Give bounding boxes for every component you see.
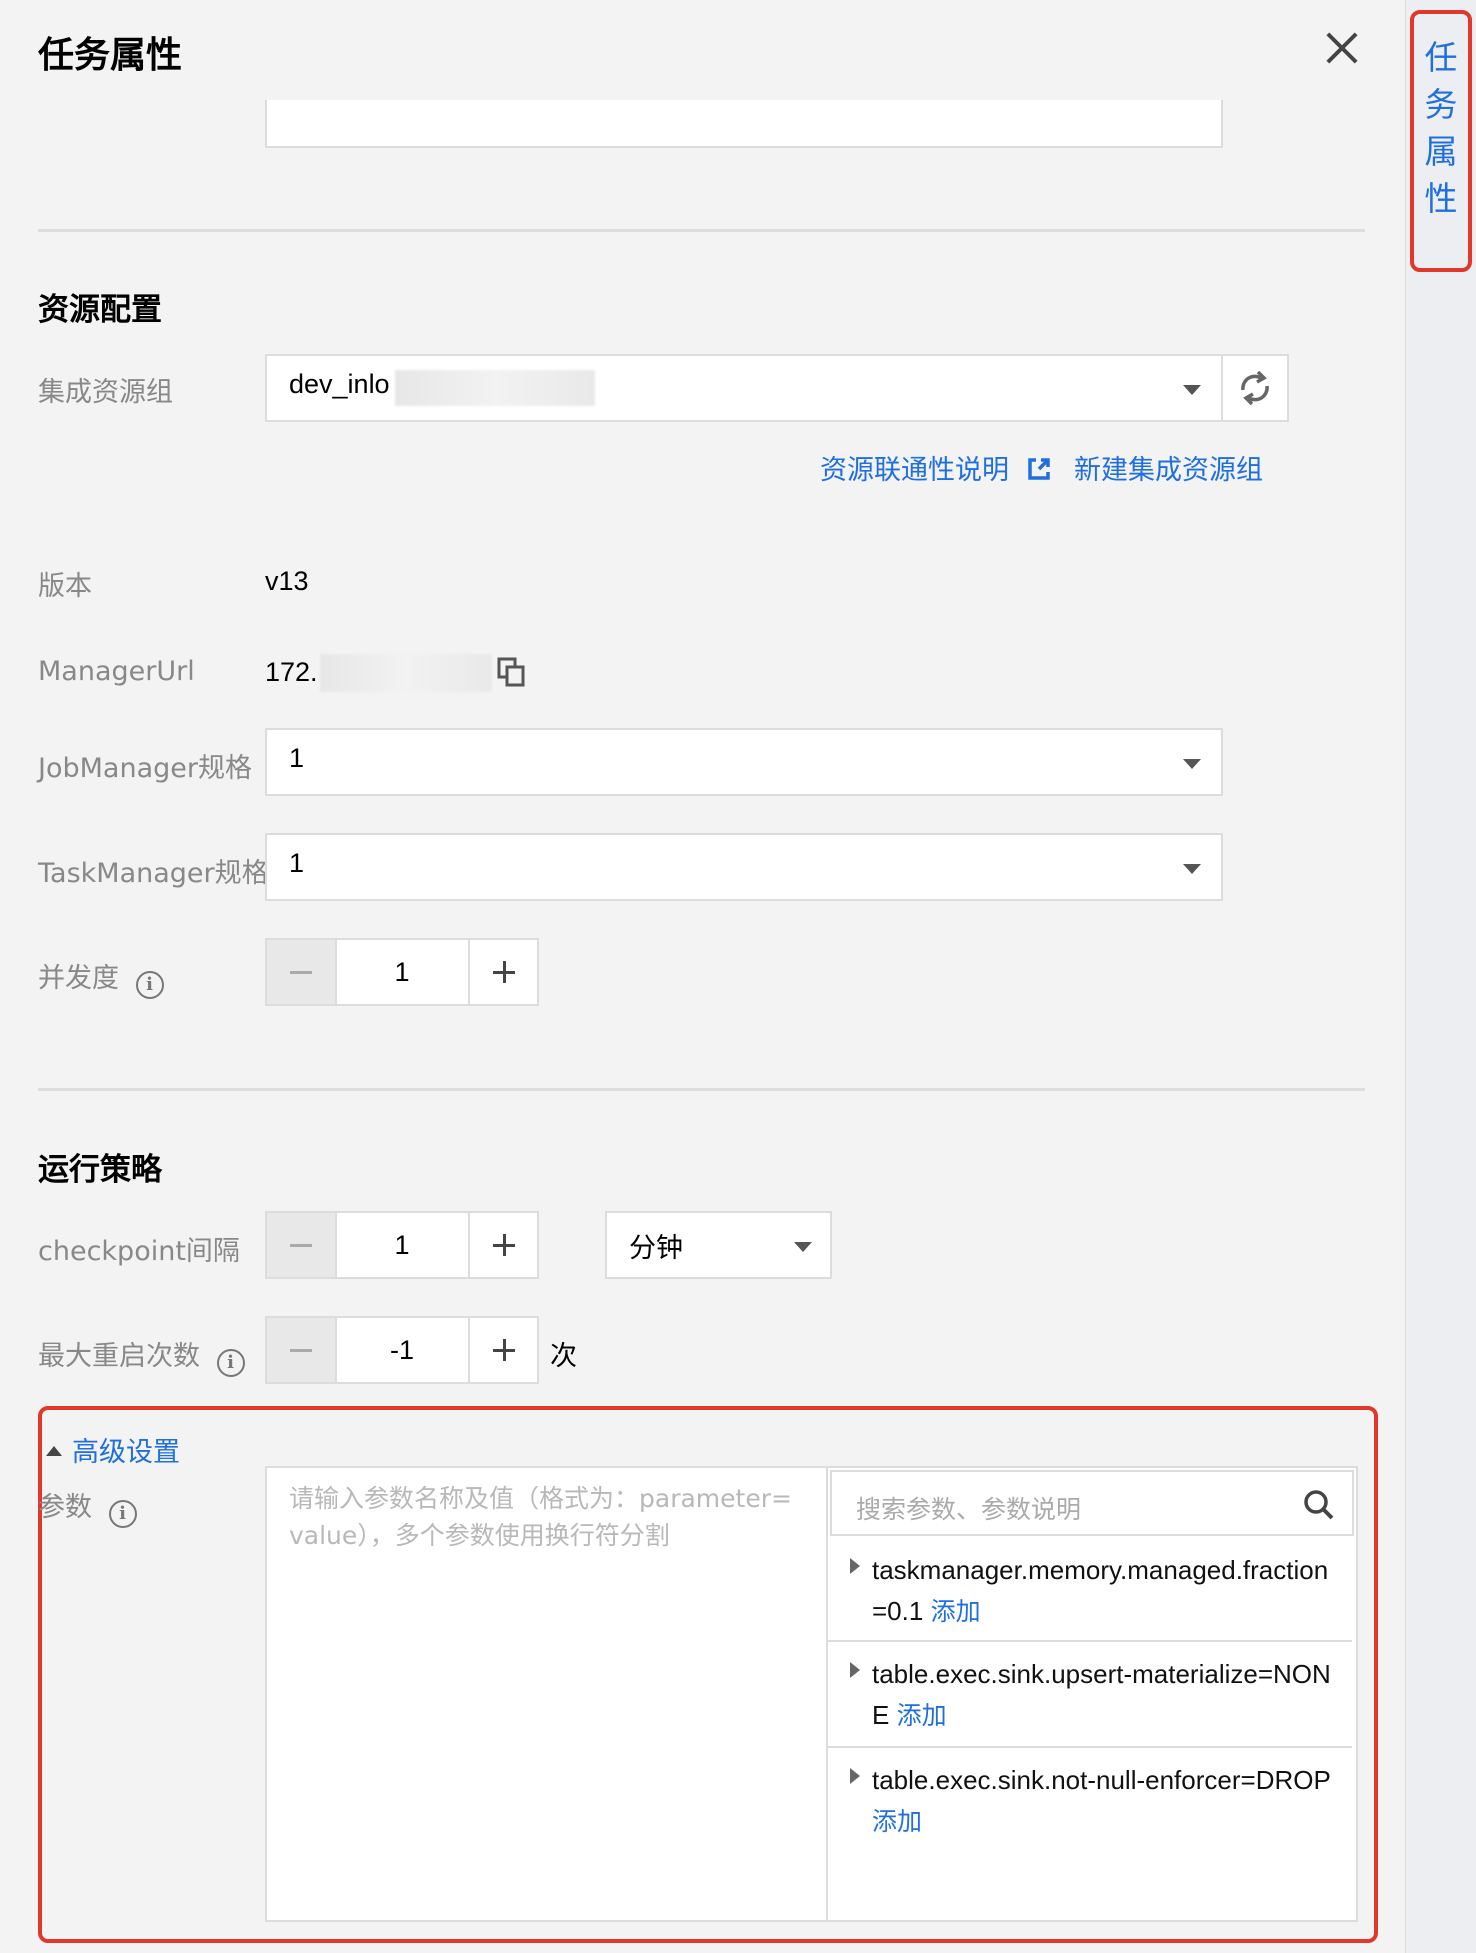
redacted-text [395,370,595,406]
chevron-down-icon [1183,759,1201,769]
refresh-icon [1241,370,1269,406]
caret-up-icon [46,1446,62,1456]
param-text: table.exec.sink.not-null-enforcer=DROP [872,1765,1331,1795]
add-param-link[interactable]: 添加 [872,1807,922,1836]
advanced-settings-label: 高级设置 [72,1437,180,1468]
checkpoint-value[interactable]: 1 [337,1213,468,1277]
max-restart-stepper: -1 [265,1316,539,1384]
params-suggestion-panel: 搜索参数、参数说明 taskmanager.memory.managed.fra… [826,1466,1358,1922]
caret-right-icon [850,1768,860,1784]
close-icon[interactable] [1320,28,1364,72]
strategy-section-title: 运行策略 [38,1152,162,1188]
external-link-icon [1027,458,1050,480]
taskmanager-value: 1 [289,848,305,878]
increment-button[interactable] [467,940,538,1004]
param-suggestion-item[interactable]: table.exec.sink.upsert-materialize=NONE … [828,1642,1352,1748]
param-suggestion-item[interactable]: taskmanager.memory.managed.fraction=0.1 … [828,1538,1352,1642]
manager-url-label: ManagerUrl [38,656,195,687]
info-icon[interactable]: i [108,1500,137,1528]
decrement-button[interactable] [267,1213,337,1277]
param-search-placeholder: 搜索参数、参数说明 [856,1495,1082,1524]
section-divider [38,229,1365,232]
resource-group-select[interactable]: dev_inlo [265,354,1223,422]
jobmanager-select[interactable]: 1 [265,728,1223,796]
side-tab-task-properties[interactable]: 任 务 属 性 [1410,10,1472,272]
params-textarea[interactable]: 请输入参数名称及值（格式为：parameter=value），多个参数使用换行符… [265,1466,828,1922]
side-strip [1405,0,1476,1953]
parallelism-label-text: 并发度 [38,963,119,994]
new-resource-group-link[interactable]: 新建集成资源组 [1074,448,1263,487]
search-icon[interactable] [1302,1488,1336,1522]
param-search-input[interactable]: 搜索参数、参数说明 [830,1470,1354,1536]
section-divider [38,1088,1365,1091]
connectivity-doc-label: 资源联通性说明 [820,455,1009,486]
add-param-link[interactable]: 添加 [897,1701,947,1730]
connectivity-doc-link[interactable]: 资源联通性说明 [820,448,1052,487]
resource-group-value: dev_inlo [289,369,390,399]
checkpoint-unit-value: 分钟 [629,1233,683,1264]
description-input[interactable] [265,100,1223,148]
copy-icon[interactable] [497,657,525,687]
version-label: 版本 [38,571,92,602]
caret-right-icon [850,1662,860,1678]
params-label-text: 参数 [38,1492,92,1523]
checkpoint-label: checkpoint间隔 [38,1236,240,1267]
increment-button[interactable] [467,1318,538,1382]
param-suggestion-item[interactable]: table.exec.sink.not-null-enforcer=DROP 添… [828,1748,1352,1852]
parallelism-value[interactable]: 1 [337,940,468,1004]
max-restart-value[interactable]: -1 [337,1318,468,1382]
resource-section-title: 资源配置 [38,292,162,328]
taskmanager-label: TaskManager规格 [38,858,269,889]
increment-button[interactable] [467,1213,538,1277]
side-tab-char: 性 [1424,179,1458,218]
params-placeholder: 请输入参数名称及值（格式为：parameter=value），多个参数使用换行符… [289,1484,792,1550]
chevron-down-icon [794,1242,812,1252]
info-icon[interactable]: i [135,971,164,999]
jobmanager-value: 1 [289,743,305,773]
side-tab-char: 务 [1424,85,1458,124]
parallelism-label: 并发度 i [38,956,164,999]
jobmanager-label: JobManager规格 [38,753,252,784]
chevron-down-icon [1183,864,1201,874]
checkpoint-stepper: 1 [265,1211,539,1279]
version-value: v13 [265,566,309,596]
caret-right-icon [850,1558,860,1574]
params-label: 参数 i [38,1485,137,1528]
side-tab-char: 属 [1424,132,1458,171]
max-restart-suffix: 次 [550,1341,577,1372]
side-tab-char: 任 [1424,38,1458,77]
redacted-text [320,654,492,692]
add-param-link[interactable]: 添加 [931,1597,981,1626]
checkpoint-unit-select[interactable]: 分钟 [605,1211,832,1279]
decrement-button[interactable] [267,940,337,1004]
max-restart-label: 最大重启次数 i [38,1334,245,1377]
advanced-settings-toggle[interactable]: 高级设置 [46,1430,180,1469]
info-icon[interactable]: i [216,1349,245,1377]
taskmanager-select[interactable]: 1 [265,833,1223,901]
manager-url-value: 172. [265,657,318,687]
parallelism-stepper: 1 [265,938,539,1006]
decrement-button[interactable] [267,1318,337,1382]
refresh-button[interactable] [1221,354,1289,422]
panel-title: 任务属性 [38,35,183,76]
resource-group-label: 集成资源组 [38,377,173,408]
max-restart-label-text: 最大重启次数 [38,1341,200,1372]
chevron-down-icon [1183,385,1201,395]
